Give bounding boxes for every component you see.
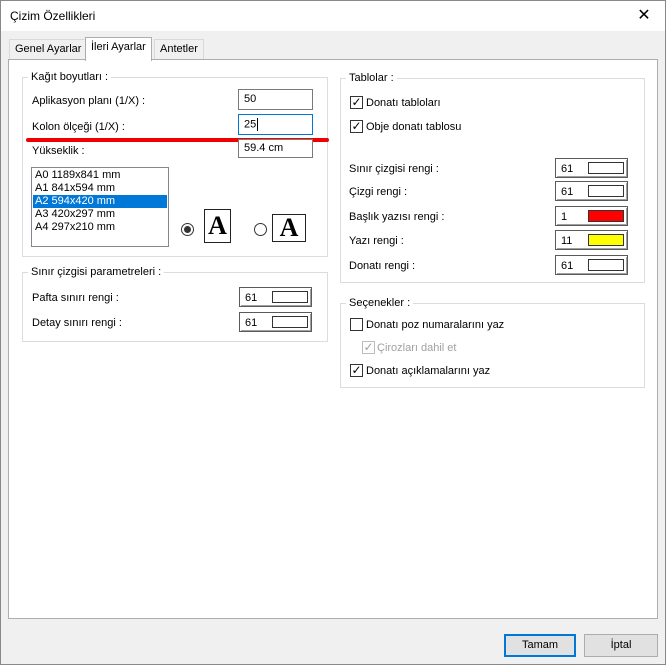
text-color-picker[interactable]: 11 [555, 230, 628, 250]
landscape-page-icon[interactable]: A [272, 214, 306, 242]
title-text-color-picker[interactable]: 1 [555, 206, 628, 226]
close-icon[interactable]: ✕ [627, 3, 661, 29]
border-params-group-label: Sınır çizgisi parametreleri : [28, 266, 165, 278]
tab-advanced-settings[interactable]: İleri Ayarlar [85, 37, 152, 61]
elevation-label: Yükseklik : [32, 145, 85, 157]
tab-title-blocks[interactable]: Antetler [154, 39, 204, 59]
text-color-label: Yazı rengi : [349, 235, 404, 247]
column-scale-input[interactable]: 25 [238, 114, 313, 135]
color-swatch [272, 316, 308, 328]
radio-selected-dot [184, 226, 191, 233]
object-rebar-table-checkbox[interactable]: ✓ [350, 120, 363, 133]
rebar-descriptions-checkbox[interactable]: ✓ [350, 364, 363, 377]
detail-border-label: Detay sınırı rengi : [32, 317, 122, 329]
color-index: 11 [561, 235, 573, 247]
color-index: 1 [561, 211, 568, 223]
color-swatch [588, 210, 624, 222]
window-title: Çizim Özellikleri [10, 9, 96, 23]
options-group-label: Seçenekler : [346, 297, 414, 309]
elevation-value: 59.4 cm [244, 142, 284, 154]
list-item[interactable]: A3 420x297 mm [33, 208, 167, 221]
rebar-descriptions-label: Donatı açıklamalarını yaz [366, 365, 491, 377]
color-swatch [588, 234, 624, 246]
sheet-border-label: Pafta sınırı rengi : [32, 292, 119, 304]
rebar-color-label: Donatı rengi : [349, 260, 416, 272]
line-color-picker[interactable]: 61 [555, 181, 628, 201]
paper-size-group-label: Kağıt boyutları : [28, 71, 112, 83]
list-item[interactable]: A1 841x594 mm [33, 182, 167, 195]
landscape-radio[interactable] [254, 223, 267, 236]
rebar-position-numbers-label: Donatı poz numaralarını yaz [366, 319, 505, 331]
title-text-color-label: Başlık yazısı rengi : [349, 211, 445, 223]
color-index: 61 [245, 292, 258, 304]
column-scale-label: Kolon ölçeği (1/X) : [32, 121, 125, 133]
color-swatch [588, 162, 624, 174]
portrait-page-icon[interactable]: A [204, 209, 231, 243]
color-index: 61 [561, 260, 574, 272]
sheet-border-color-picker[interactable]: 61 [239, 287, 312, 307]
tab-general-settings[interactable]: Genel Ayarlar [9, 39, 88, 59]
line-color-label: Çizgi rengi : [349, 186, 408, 198]
color-index: 61 [245, 317, 258, 329]
color-swatch [588, 259, 624, 271]
rebar-color-picker[interactable]: 61 [555, 255, 628, 275]
portrait-radio[interactable] [181, 223, 194, 236]
cancel-button[interactable]: İptal [584, 634, 658, 657]
tables-group-label: Tablolar : [346, 72, 397, 84]
list-item-selected[interactable]: A2 594x420 mm [33, 195, 167, 208]
list-item[interactable]: A0 1189x841 mm [33, 169, 167, 182]
color-swatch [588, 185, 624, 197]
app-plan-label: Aplikasyon planı (1/X) : [32, 95, 146, 107]
rebar-tables-label: Donatı tabloları [366, 97, 441, 109]
table-border-color-picker[interactable]: 61 [555, 158, 628, 178]
object-rebar-table-label: Obje donatı tablosu [366, 121, 462, 133]
text-caret [257, 118, 259, 131]
table-border-color-label: Sınır çizgisi rengi : [349, 163, 439, 175]
elevation-field: 59.4 cm [238, 139, 313, 158]
list-item[interactable]: A4 297x210 mm [33, 221, 167, 234]
color-swatch [272, 291, 308, 303]
color-index: 61 [561, 163, 574, 175]
column-scale-value: 25 [244, 118, 257, 131]
app-plan-input[interactable]: 50 [238, 89, 313, 110]
include-stirrups-checkbox[interactable]: ✓ [362, 341, 375, 354]
paper-size-list[interactable]: A0 1189x841 mm A1 841x594 mm A2 594x420 … [31, 167, 169, 247]
detail-border-color-picker[interactable]: 61 [239, 312, 312, 332]
app-plan-value: 50 [244, 93, 257, 105]
include-stirrups-label: Çirozları dahil et [377, 342, 457, 354]
ok-button[interactable]: Tamam [504, 634, 576, 657]
rebar-tables-checkbox[interactable]: ✓ [350, 96, 363, 109]
rebar-position-numbers-checkbox[interactable] [350, 318, 363, 331]
title-bar: Çizim Özellikleri ✕ [1, 1, 665, 31]
color-index: 61 [561, 186, 574, 198]
